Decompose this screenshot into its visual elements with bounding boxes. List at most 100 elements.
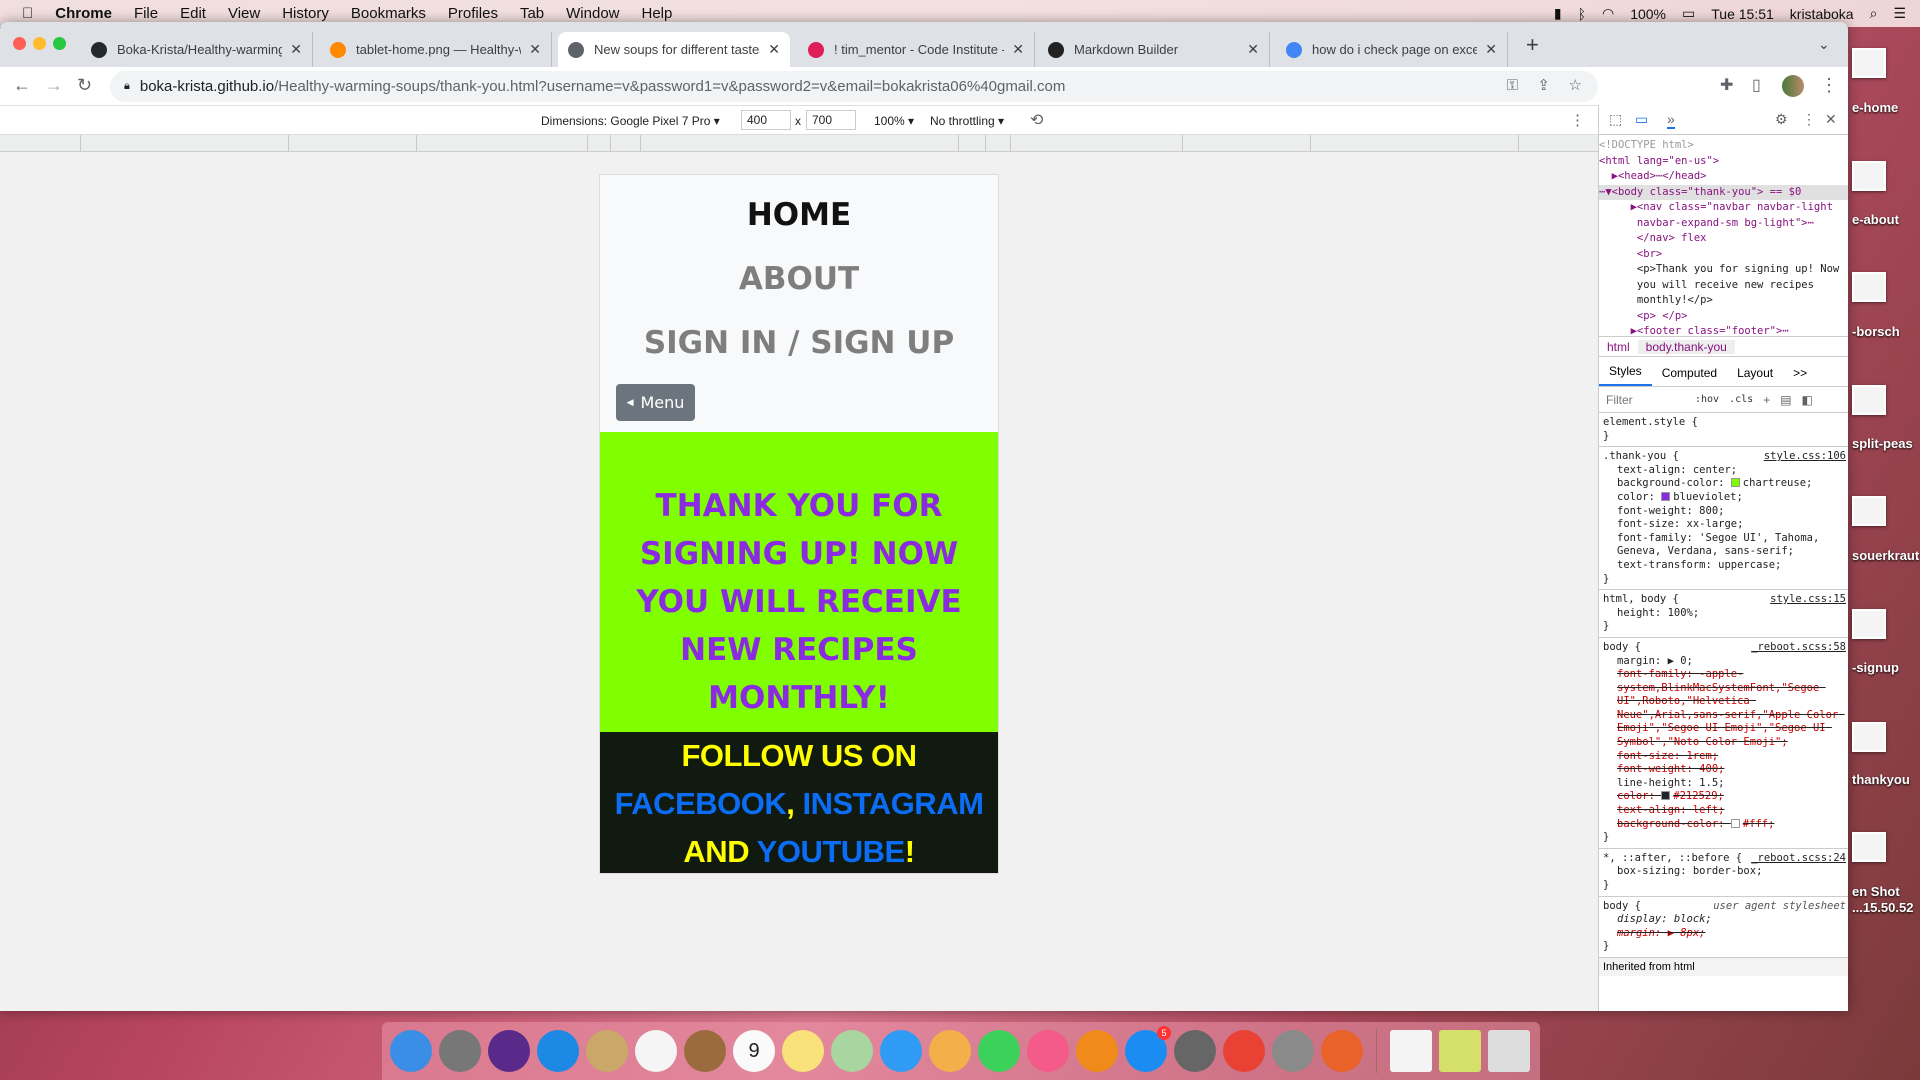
rule-source-link[interactable]: style.css:106 — [1764, 450, 1846, 464]
document-stack-icon[interactable] — [1390, 1030, 1432, 1072]
nav-home-link[interactable]: HOME — [600, 197, 998, 233]
media-query-bar[interactable] — [0, 135, 1598, 152]
app-store-icon[interactable]: 5 — [1125, 1026, 1171, 1072]
menu-history[interactable]: History — [282, 5, 329, 22]
tab-4[interactable]: Markdown Builder ✕ — [1038, 32, 1270, 67]
desktop-file-label[interactable]: en Shot — [1852, 884, 1900, 899]
tab-1[interactable]: tablet-home.png — Healthy-warming ✕ — [320, 32, 552, 67]
facebook-link[interactable]: FACEBOOK — [615, 786, 787, 821]
safari-icon[interactable] — [537, 1030, 579, 1072]
reload-button[interactable]: ↻ — [77, 75, 92, 96]
desktop-file-label[interactable]: e-home — [1852, 100, 1898, 115]
photos-icon[interactable] — [929, 1030, 971, 1072]
extensions-icon[interactable]: ✚ — [1720, 75, 1733, 95]
dom-node-line[interactable]: navbar-expand-sm bg-light">⋯ — [1599, 216, 1848, 232]
devtools-settings-icon[interactable]: ⚙ — [1775, 111, 1788, 128]
dom-node-line[interactable]: </nav> flex — [1599, 231, 1848, 247]
style-property[interactable]: margin: ▶ 8px; — [1603, 927, 1844, 941]
device-width-input[interactable]: 400 — [741, 110, 791, 130]
style-property[interactable]: background-color: #fff; — [1603, 818, 1844, 832]
desktop-file-label[interactable]: ...15.50.52 — [1852, 900, 1913, 915]
new-tab-button[interactable]: + — [1526, 32, 1539, 58]
tab-0[interactable]: Boka-Krista/Healthy-warming-soups ✕ — [81, 32, 313, 67]
tab-computed[interactable]: Computed — [1652, 366, 1727, 386]
siri-icon[interactable] — [488, 1030, 530, 1072]
launchpad-icon[interactable] — [439, 1030, 481, 1072]
notification-center-icon[interactable]: ☰ — [1893, 5, 1906, 22]
desktop-file-label[interactable]: souerkraut — [1852, 548, 1919, 563]
style-property[interactable]: text-align: center; — [1603, 464, 1844, 478]
user-name[interactable]: kristaboka — [1790, 6, 1854, 22]
tab-close-icon[interactable]: ✕ — [768, 41, 780, 58]
menu-bookmarks[interactable]: Bookmarks — [351, 5, 426, 22]
reminders-icon[interactable] — [635, 1030, 677, 1072]
device-dimensions-select[interactable]: Dimensions: Google Pixel 7 Pro ▾ — [541, 114, 720, 128]
elements-tree[interactable]: <!DOCTYPE html> <html lang="en-us"> ▶<hea… — [1599, 135, 1848, 337]
firefox-icon[interactable] — [1321, 1030, 1363, 1072]
rule-source-link[interactable]: style.css:15 — [1770, 593, 1846, 607]
tab-2[interactable]: New soups for different tastes ✕ — [558, 32, 790, 67]
style-property[interactable]: line-height: 1.5; — [1603, 777, 1844, 791]
menu-file[interactable]: File — [134, 5, 158, 22]
facetime-icon[interactable] — [978, 1030, 1020, 1072]
dom-node-line[interactable]: you will receive new recipes — [1599, 278, 1848, 294]
battery-percent[interactable]: 100% — [1630, 6, 1666, 22]
dom-node-line[interactable]: <br> — [1599, 247, 1848, 263]
forward-button[interactable]: → — [45, 75, 63, 96]
music-icon[interactable] — [1027, 1030, 1069, 1072]
youtube-link[interactable]: YOUTUBE — [757, 834, 906, 869]
color-swatch[interactable] — [1730, 478, 1740, 488]
profile-avatar[interactable] — [1782, 75, 1804, 97]
style-property[interactable]: font-size: 1rem; — [1603, 750, 1844, 764]
tab-styles[interactable]: Styles — [1599, 364, 1652, 386]
bluetooth-icon[interactable]: ᛒ — [1578, 6, 1586, 22]
rule-source-link[interactable]: _reboot.scss:58 — [1751, 641, 1846, 655]
desktop-file-thumbnail[interactable] — [1852, 832, 1886, 862]
messages-icon[interactable] — [880, 1030, 922, 1072]
zoom-window-button[interactable] — [53, 37, 66, 50]
apple-menu-icon[interactable]:  — [22, 5, 33, 22]
dom-node-line[interactable]: <html lang="en-us"> — [1599, 154, 1848, 170]
tab-close-icon[interactable]: ✕ — [1247, 41, 1259, 58]
desktop-file-label[interactable]: -borsch — [1852, 324, 1900, 339]
chrome-icon[interactable] — [1223, 1030, 1265, 1072]
rotate-icon[interactable]: ⟲ — [1030, 110, 1043, 130]
style-property[interactable]: font-weight: 400; — [1603, 763, 1844, 777]
clock[interactable]: Tue 15:51 — [1711, 6, 1774, 22]
side-panel-icon[interactable]: ▯ — [1752, 75, 1761, 95]
desktop-file-thumbnail[interactable] — [1852, 609, 1886, 639]
style-property[interactable]: background-color: chartreuse; — [1603, 477, 1844, 491]
instagram-link[interactable]: INSTAGRAM — [803, 786, 984, 821]
minimize-window-button[interactable] — [33, 37, 46, 50]
clock-app-icon[interactable] — [1272, 1030, 1314, 1072]
desktop-file-thumbnail[interactable] — [1852, 161, 1886, 191]
system-preferences-icon[interactable] — [1174, 1030, 1216, 1072]
desktop-file-thumbnail[interactable] — [1852, 496, 1886, 526]
color-swatch[interactable] — [1661, 491, 1671, 501]
dom-node-line[interactable]: <p> </p> — [1599, 309, 1848, 325]
style-property[interactable]: color: #212529; — [1603, 790, 1844, 804]
notes-icon[interactable] — [782, 1030, 824, 1072]
maps-icon[interactable] — [831, 1030, 873, 1072]
calendar-icon[interactable]: 9 — [733, 1030, 775, 1072]
trash-icon[interactable] — [1488, 1030, 1530, 1072]
styles-filter-input[interactable]: Filter — [1603, 390, 1685, 410]
throttling-select[interactable]: No throttling ▾ — [930, 114, 1004, 128]
desktop-file-label[interactable]: split-peas — [1852, 436, 1913, 451]
wifi-icon[interactable]: ◠ — [1602, 5, 1614, 22]
back-button[interactable]: ← — [13, 75, 31, 96]
menu-toggle-button[interactable]: ◀ Menu — [616, 384, 695, 421]
tab-search-chevron-icon[interactable]: ⌄ — [1818, 36, 1830, 53]
books-icon[interactable] — [1076, 1030, 1118, 1072]
close-window-button[interactable] — [13, 37, 26, 50]
devtools-close-icon[interactable]: ✕ — [1825, 111, 1837, 128]
tab-close-icon[interactable]: ✕ — [529, 41, 541, 58]
style-property[interactable]: text-transform: uppercase; — [1603, 559, 1844, 573]
extension-status-icon[interactable]: ▮ — [1554, 5, 1562, 22]
spotlight-search-icon[interactable]: ⌕ — [1870, 5, 1878, 22]
style-property[interactable]: display: block; — [1603, 913, 1844, 927]
more-panels-icon[interactable]: » — [1667, 111, 1675, 129]
color-swatch[interactable] — [1661, 791, 1671, 801]
style-property[interactable]: font-family: 'Segoe UI', Tahoma, Geneva,… — [1603, 532, 1844, 559]
device-height-input[interactable]: 700 — [806, 110, 856, 130]
